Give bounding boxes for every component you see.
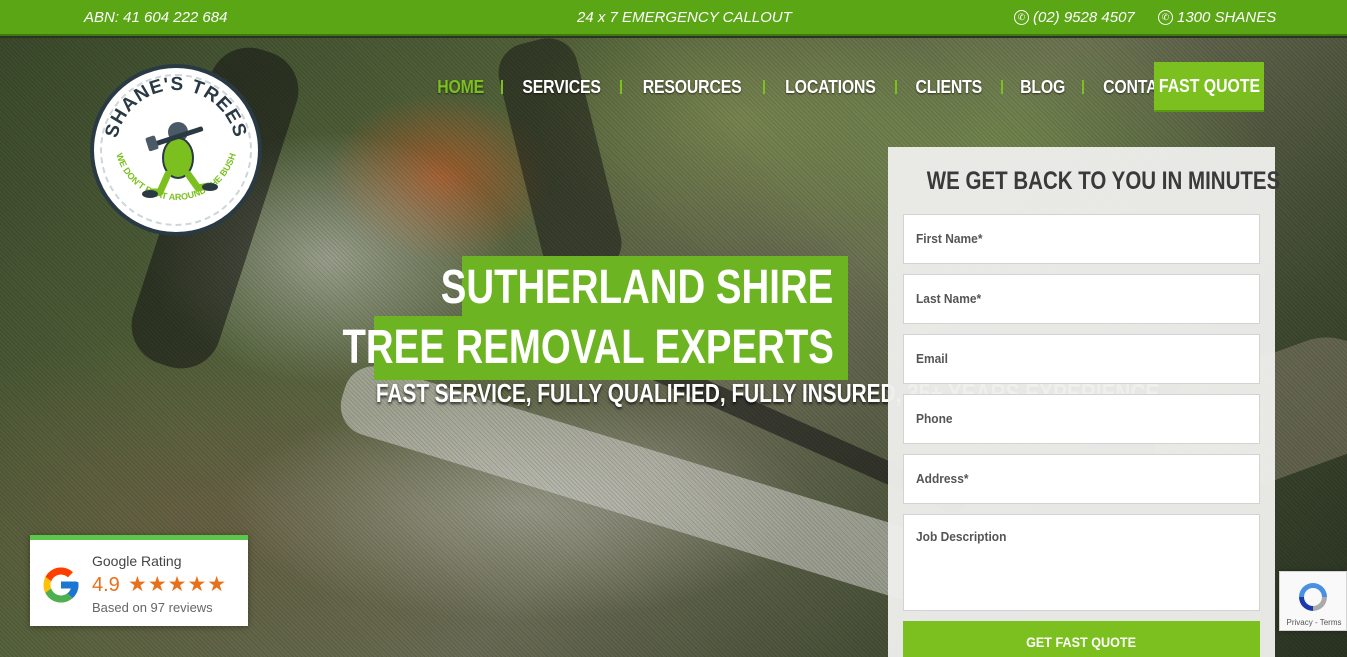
abn-text: ABN: 41 604 222 684 [84, 9, 228, 26]
first-name-field[interactable]: First Name* [903, 214, 1260, 264]
phone-icon: ✆ [1014, 10, 1029, 25]
google-g-icon [43, 567, 79, 603]
nav-divider [895, 80, 898, 94]
get-fast-quote-button[interactable]: GET FAST QUOTE [903, 621, 1260, 657]
nav-item-blog[interactable]: BLOG [1010, 77, 1076, 98]
last-name-placeholder: Last Name* [916, 291, 982, 306]
phone-field[interactable]: Phone [903, 394, 1260, 444]
job-description-placeholder: Job Description [916, 529, 1007, 544]
email-placeholder: Email [916, 351, 948, 366]
nav-divider [762, 80, 765, 94]
phone-icon: ✆ [1158, 10, 1173, 25]
logo-mascot-icon: SHANE'S TREES WE DON'T BEAT AROUND THE B… [101, 74, 249, 202]
google-rating-score: 4.9 [92, 574, 120, 596]
hero-headline-line-2: TREE REMOVAL EXPERTS [342, 316, 848, 380]
address-placeholder: Address* [916, 471, 969, 486]
emergency-callout-text: 24 x 7 EMERGENCY CALLOUT [577, 9, 792, 26]
nav-item-home[interactable]: HOME [427, 77, 495, 98]
last-name-field[interactable]: Last Name* [903, 274, 1260, 324]
nav-divider [501, 80, 504, 94]
google-rating-badge[interactable]: Google Rating 4.9 ★★★★★ Based on 97 revi… [30, 535, 248, 626]
quote-form: WE GET BACK TO YOU IN MINUTES First Name… [888, 147, 1280, 657]
email-field[interactable]: Email [903, 334, 1260, 384]
phone-placeholder: Phone [916, 411, 953, 426]
hero-subtitle: FAST SERVICE, FULLY QUALIFIED, FULLY INS… [180, 378, 1159, 409]
hero-headline-text-1: SUTHERLAND SHIRE [441, 261, 834, 314]
nav-item-clients[interactable]: CLIENTS [905, 77, 993, 98]
nav-item-services[interactable]: SERVICES [512, 77, 612, 98]
nav-item-locations[interactable]: LOCATIONS [774, 77, 886, 98]
nav-divider [1082, 80, 1085, 94]
phone-link-2[interactable]: ✆ 1300 SHANES [1158, 9, 1276, 26]
google-rating-title: Google Rating [92, 553, 182, 569]
nav-divider [620, 80, 623, 94]
recaptcha-icon [1299, 583, 1327, 611]
job-description-field[interactable]: Job Description [903, 514, 1260, 611]
form-title: WE GET BACK TO YOU IN MINUTES [888, 167, 1280, 196]
google-review-count: Based on 97 reviews [92, 600, 213, 615]
nav-divider [1001, 80, 1004, 94]
phone-number-2: 1300 SHANES [1177, 9, 1277, 26]
fast-quote-button[interactable]: FAST QUOTE [1154, 62, 1264, 112]
hero-headline-text-2: TREE REMOVAL EXPERTS [342, 321, 834, 374]
hero-headline-line-1: SUTHERLAND SHIRE [441, 256, 848, 320]
address-field[interactable]: Address* [903, 454, 1260, 504]
form-title-text: WE GET BACK TO YOU IN MINUTES [926, 167, 1281, 195]
first-name-placeholder: First Name* [916, 231, 983, 246]
submit-label: GET FAST QUOTE [1026, 634, 1137, 650]
recaptcha-privacy-terms[interactable]: Privacy - Terms [1280, 618, 1347, 627]
top-bar: ABN: 41 604 222 684 24 x 7 EMERGENCY CAL… [0, 0, 1347, 36]
phone-number-1: (02) 9528 4507 [1033, 9, 1135, 26]
recaptcha-badge[interactable]: Privacy - Terms [1279, 571, 1347, 631]
nav-item-resources[interactable]: RESOURCES [632, 77, 752, 98]
phone-link-1[interactable]: ✆ (02) 9528 4507 [1014, 9, 1135, 26]
fast-quote-label: FAST QUOTE [1158, 75, 1260, 96]
site-logo[interactable]: SHANE'S TREES WE DON'T BEAT AROUND THE B… [90, 64, 262, 236]
main-nav: HOME SERVICES RESOURCES LOCATIONS CLIENT… [422, 62, 1196, 112]
star-rating-icon: ★★★★★ [128, 572, 228, 596]
